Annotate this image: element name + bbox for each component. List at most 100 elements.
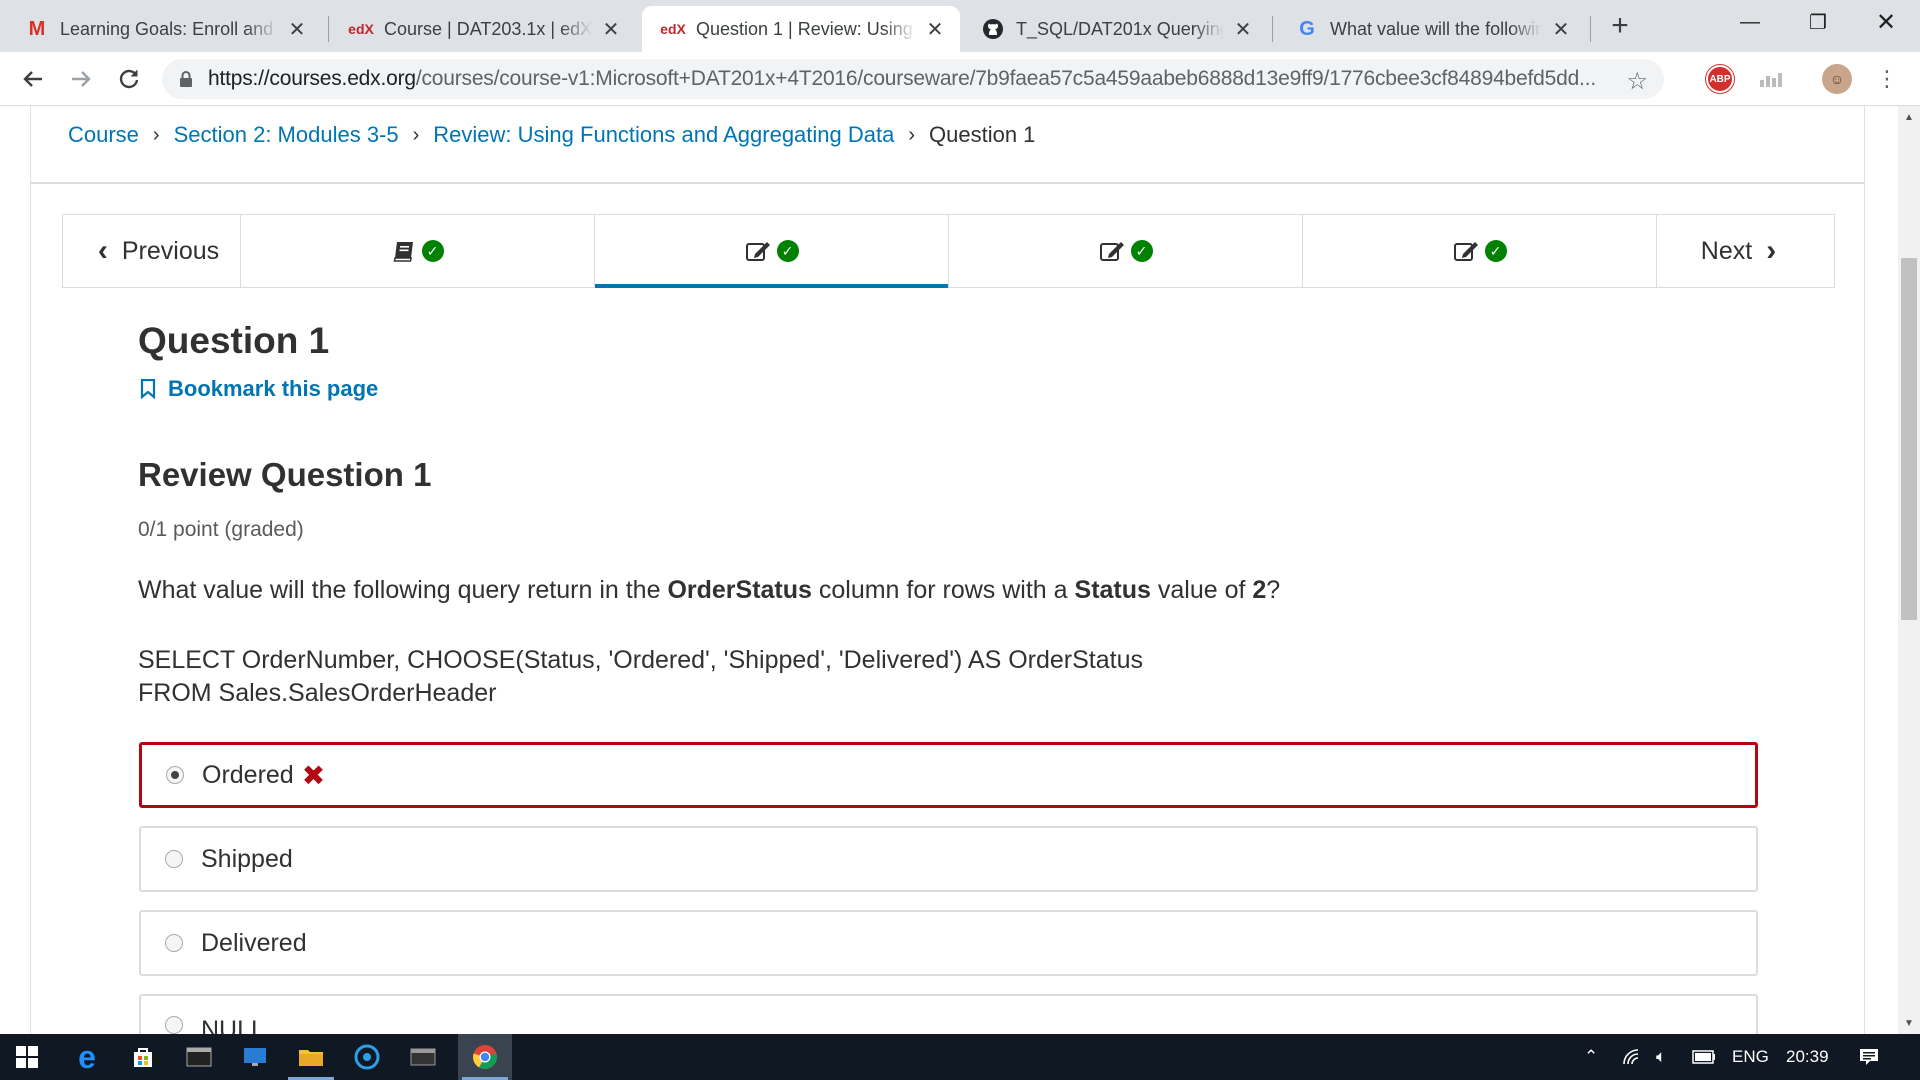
reload-icon — [119, 69, 139, 89]
radio[interactable] — [165, 1016, 183, 1034]
adblock-plus-icon[interactable]: ABP — [1706, 64, 1734, 94]
close-window-button[interactable]: ✕ — [1852, 0, 1920, 44]
edit-icon — [1453, 240, 1479, 262]
radio[interactable] — [165, 850, 183, 868]
bookmark-star-icon[interactable]: ☆ — [1626, 67, 1648, 96]
previous-button[interactable]: ‹ Previous — [63, 215, 241, 287]
divider — [30, 182, 1865, 184]
edx-icon: edX — [348, 21, 374, 37]
choice-label: Shipped — [201, 844, 293, 873]
unit-tab-1[interactable]: ✓ — [241, 215, 595, 287]
tab-question-1[interactable]: edX Question 1 | Review: Using F ✕ — [642, 6, 960, 52]
tab-title: What value will the followin — [1330, 18, 1542, 39]
tab-google-search[interactable]: G What value will the followin ✕ — [1276, 6, 1586, 52]
wifi-icon[interactable] — [1622, 1034, 1644, 1080]
book-icon — [392, 240, 416, 262]
radio-selected[interactable] — [166, 766, 184, 784]
breadcrumb-separator: › — [152, 123, 160, 146]
radio[interactable] — [165, 934, 183, 952]
completed-check-icon: ✓ — [1484, 240, 1507, 262]
edit-icon — [1099, 240, 1125, 262]
choice-label: Ordered — [202, 760, 294, 789]
notifications-icon[interactable] — [1858, 1034, 1880, 1080]
show-hidden-icons[interactable]: ⌃ — [1584, 1034, 1598, 1080]
google-icon: G — [1299, 17, 1315, 40]
store-icon[interactable] — [116, 1034, 170, 1080]
tab-title: Course | DAT203.1x | edX — [384, 18, 592, 39]
unit-tab-4[interactable]: ✓ — [1303, 215, 1657, 287]
chevron-left-icon: ‹ — [97, 234, 108, 267]
reload-button[interactable] — [110, 60, 148, 98]
forward-button[interactable] — [62, 60, 100, 98]
content-frame-left — [30, 106, 31, 1034]
tab-edx-course[interactable]: edX Course | DAT203.1x | edX ✕ — [330, 6, 636, 52]
restore-button[interactable]: ❐ — [1784, 0, 1852, 44]
page-scrollbar[interactable]: ▲ ▼ — [1898, 106, 1920, 1034]
minimize-button[interactable]: — — [1716, 0, 1784, 44]
battery-icon[interactable] — [1692, 1034, 1716, 1080]
menu-dots-icon[interactable]: ⋮ — [1876, 64, 1898, 94]
tab-separator — [1590, 16, 1591, 42]
choice-delivered[interactable]: Delivered — [139, 910, 1758, 976]
profile-avatar[interactable]: ☺ — [1822, 64, 1852, 94]
unit-tab-2[interactable]: ✓ — [595, 215, 949, 288]
tab-gmail[interactable]: M Learning Goals: Enroll and c ✕ — [6, 6, 322, 52]
address-bar[interactable]: https://courses.edx.org/courses/course-v… — [162, 59, 1664, 99]
edx-icon: edX — [660, 21, 686, 37]
scroll-thumb[interactable] — [1901, 258, 1917, 620]
edge-icon[interactable]: e — [60, 1034, 114, 1080]
language-indicator[interactable]: ENG — [1732, 1034, 1769, 1080]
windows-start-button[interactable] — [0, 1034, 54, 1080]
tab-title: T_SQL/DAT201x Querying w — [1016, 18, 1224, 39]
close-tab-icon[interactable]: ✕ — [1232, 18, 1254, 41]
remote-desktop-icon[interactable] — [228, 1034, 282, 1080]
extension-icon[interactable] — [1756, 64, 1786, 94]
next-label: Next — [1700, 236, 1753, 265]
previous-label: Previous — [121, 236, 220, 265]
breadcrumb-course[interactable]: Course — [68, 122, 139, 148]
close-tab-icon[interactable]: ✕ — [1550, 18, 1572, 41]
bookmark-label: Bookmark this page — [168, 376, 379, 401]
tab-github[interactable]: T_SQL/DAT201x Querying w ✕ — [962, 6, 1268, 52]
close-tab-icon[interactable]: ✕ — [924, 18, 946, 41]
gmail-icon: M — [28, 17, 46, 40]
completed-check-icon: ✓ — [421, 240, 444, 262]
breadcrumb-section[interactable]: Section 2: Modules 3-5 — [174, 122, 399, 148]
breadcrumb: Course › Section 2: Modules 3-5 › Review… — [68, 122, 1035, 148]
clock[interactable]: 20:39 — [1786, 1034, 1829, 1080]
volume-icon[interactable]: 🔈︎ — [1656, 1034, 1666, 1080]
browser-tab-strip: M Learning Goals: Enroll and c ✕ edX Cou… — [0, 0, 1920, 52]
github-icon — [980, 18, 1006, 40]
choice-label: NULL — [201, 1016, 265, 1034]
sql-line: FROM Sales.SalesOrderHeader — [138, 679, 497, 707]
scroll-down-arrow-icon[interactable]: ▼ — [1898, 1012, 1920, 1034]
choice-null[interactable]: NULL — [139, 994, 1758, 1034]
edx-courseware-page: Course › Section 2: Modules 3-5 › Review… — [0, 106, 1898, 1034]
choice-shipped[interactable]: Shipped — [139, 826, 1758, 892]
tab-separator — [328, 16, 329, 42]
sql-studio-icon[interactable] — [396, 1034, 450, 1080]
app-icon[interactable] — [340, 1034, 394, 1080]
tab-title: Learning Goals: Enroll and c — [60, 18, 278, 39]
incorrect-x-icon: ✖ — [301, 759, 326, 791]
chrome-icon[interactable] — [458, 1034, 512, 1080]
choice-ordered[interactable]: Ordered ✖ — [139, 742, 1758, 808]
next-button[interactable]: Next › — [1657, 215, 1834, 287]
bookmark-button[interactable]: Bookmark this page — [140, 376, 378, 402]
scroll-up-arrow-icon[interactable]: ▲ — [1898, 106, 1920, 128]
chevron-right-icon: › — [1766, 234, 1777, 267]
content-frame-right — [1864, 106, 1865, 1034]
completed-check-icon: ✓ — [1130, 240, 1153, 262]
back-button[interactable] — [14, 60, 52, 98]
breadcrumb-subsection[interactable]: Review: Using Functions and Aggregating … — [433, 122, 894, 148]
close-tab-icon[interactable]: ✕ — [600, 18, 622, 41]
file-explorer-icon[interactable] — [284, 1034, 338, 1080]
close-tab-icon[interactable]: ✕ — [286, 18, 308, 41]
forward-arrow-icon — [72, 71, 91, 87]
unit-title: Question 1 — [138, 320, 330, 361]
unit-tab-3[interactable]: ✓ — [949, 215, 1303, 287]
new-tab-button[interactable]: + — [1604, 9, 1636, 42]
completed-check-icon: ✓ — [776, 240, 799, 262]
terminal-icon[interactable] — [172, 1034, 226, 1080]
url-text: https://courses.edx.org/courses/course-v… — [208, 67, 1596, 90]
